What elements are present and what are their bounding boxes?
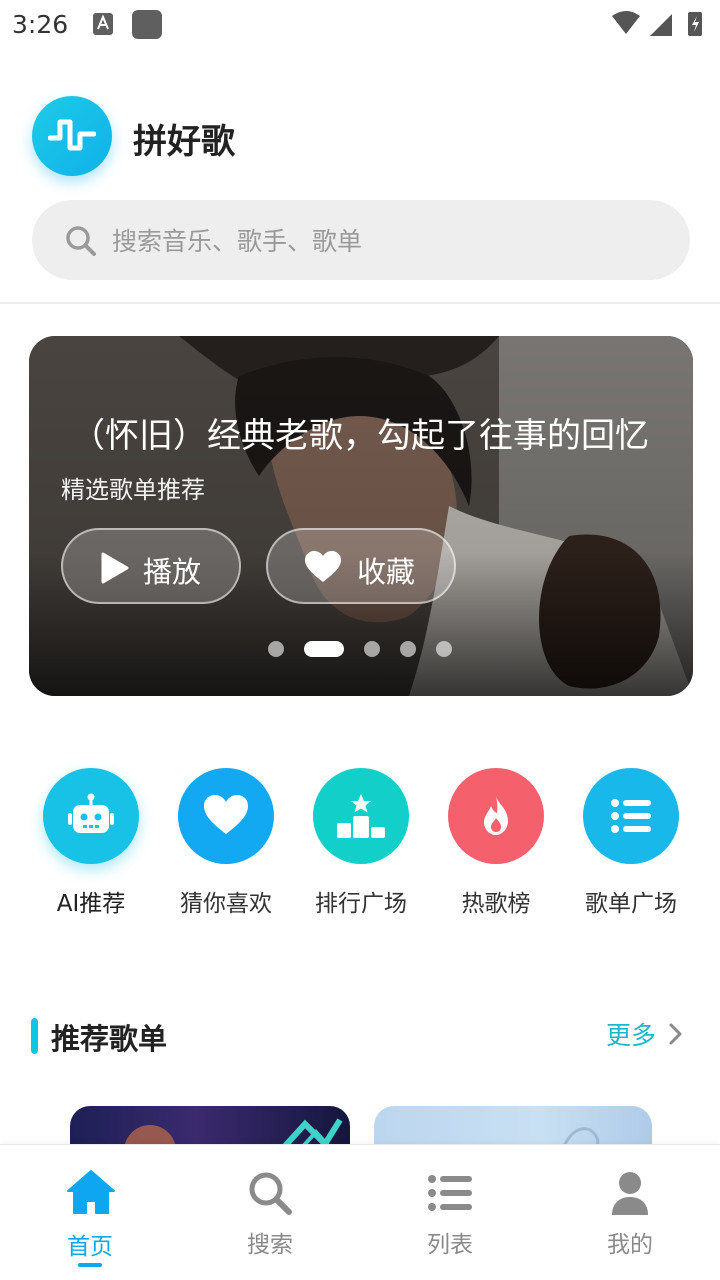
nav-label: 搜索 bbox=[247, 1232, 293, 1258]
heart-icon bbox=[204, 795, 248, 834]
search-icon bbox=[249, 1172, 292, 1215]
heart-icon bbox=[305, 551, 341, 582]
shortcut-label: AI推荐 bbox=[56, 891, 126, 917]
more-link-label: 更多 bbox=[606, 1021, 657, 1050]
nav-home[interactable]: 首页 bbox=[0, 1145, 180, 1280]
header-divider bbox=[0, 302, 720, 304]
shortcut-hot-songs[interactable]: 热歌榜 bbox=[436, 768, 556, 918]
nav-search[interactable]: 搜索 bbox=[180, 1145, 360, 1280]
nav-label: 列表 bbox=[427, 1232, 473, 1258]
shortcut-label: 热歌榜 bbox=[461, 891, 531, 917]
shortcut-circle bbox=[448, 768, 544, 864]
notification-square-icon bbox=[132, 10, 162, 39]
shortcut-circle bbox=[313, 768, 409, 864]
section-title: 推荐歌单 bbox=[51, 1022, 168, 1056]
shortcut-circle bbox=[43, 768, 139, 864]
favorite-button[interactable]: 收藏 bbox=[266, 528, 456, 604]
search-bar[interactable]: 搜索音乐、歌手、歌单 bbox=[32, 200, 690, 280]
nav-list[interactable]: 列表 bbox=[360, 1145, 540, 1280]
carousel-dot[interactable] bbox=[268, 641, 284, 657]
shortcut-ranking[interactable]: 排行广场 bbox=[301, 768, 421, 918]
play-icon bbox=[101, 552, 129, 584]
play-button-label: 播放 bbox=[143, 555, 202, 589]
shortcut-label: 歌单广场 bbox=[585, 891, 677, 917]
shortcut-ai-recommend[interactable]: AI推荐 bbox=[31, 768, 151, 918]
shortcut-circle bbox=[178, 768, 274, 864]
shortcut-label: 排行广场 bbox=[315, 891, 407, 917]
signal-icon bbox=[650, 14, 672, 36]
chevron-right-icon bbox=[669, 1023, 682, 1045]
app-logo bbox=[32, 96, 112, 176]
nav-label: 首页 bbox=[67, 1234, 113, 1260]
nav-active-indicator bbox=[78, 1263, 102, 1267]
robot-icon bbox=[68, 793, 114, 833]
carousel-dot[interactable] bbox=[436, 641, 452, 657]
featured-banner[interactable]: （怀旧）经典老歌，勾起了往事的回忆 精选歌单推荐 播放 收藏 bbox=[29, 336, 693, 696]
waveform-logo-icon bbox=[48, 119, 96, 151]
more-link[interactable]: 更多 bbox=[606, 1016, 682, 1052]
bottom-navigation: 首页 搜索 列表 我的 bbox=[0, 1144, 720, 1280]
search-placeholder: 搜索音乐、歌手、歌单 bbox=[112, 227, 363, 256]
favorite-button-label: 收藏 bbox=[357, 555, 416, 589]
home-icon bbox=[67, 1170, 115, 1214]
list-icon bbox=[428, 1175, 472, 1211]
carousel-indicator bbox=[268, 639, 468, 659]
shortcut-label: 猜你喜欢 bbox=[180, 891, 272, 917]
nav-profile[interactable]: 我的 bbox=[540, 1145, 720, 1280]
search-icon bbox=[66, 226, 96, 256]
banner-subtitle: 精选歌单推荐 bbox=[61, 476, 205, 504]
app-title: 拼好歌 bbox=[133, 122, 235, 162]
carousel-dot[interactable] bbox=[400, 641, 416, 657]
shortcut-playlist-square[interactable]: 歌单广场 bbox=[571, 768, 691, 918]
section-accent-bar bbox=[31, 1018, 38, 1054]
carousel-dot-active[interactable] bbox=[304, 641, 344, 657]
shortcut-guess-you-like[interactable]: 猜你喜欢 bbox=[166, 768, 286, 918]
app-screen: 3:26 拼好歌 搜索音乐、歌手、歌单 （怀旧）经典老歌，勾起了往事的回忆 精选… bbox=[0, 0, 720, 1280]
banner-title: （怀旧）经典老歌，勾起了往事的回忆 bbox=[71, 416, 649, 456]
list-icon bbox=[611, 799, 651, 833]
text-input-indicator-icon bbox=[93, 13, 113, 35]
flame-icon bbox=[484, 796, 508, 835]
carousel-dot[interactable] bbox=[364, 641, 380, 657]
podium-icon bbox=[337, 794, 385, 838]
user-icon bbox=[612, 1172, 648, 1215]
shortcut-circle bbox=[583, 768, 679, 864]
wifi-icon bbox=[612, 11, 640, 34]
nav-label: 我的 bbox=[607, 1232, 653, 1258]
status-icons bbox=[612, 11, 702, 36]
status-time: 3:26 bbox=[12, 10, 69, 39]
status-bar: 3:26 bbox=[0, 0, 720, 50]
play-button[interactable]: 播放 bbox=[61, 528, 241, 604]
